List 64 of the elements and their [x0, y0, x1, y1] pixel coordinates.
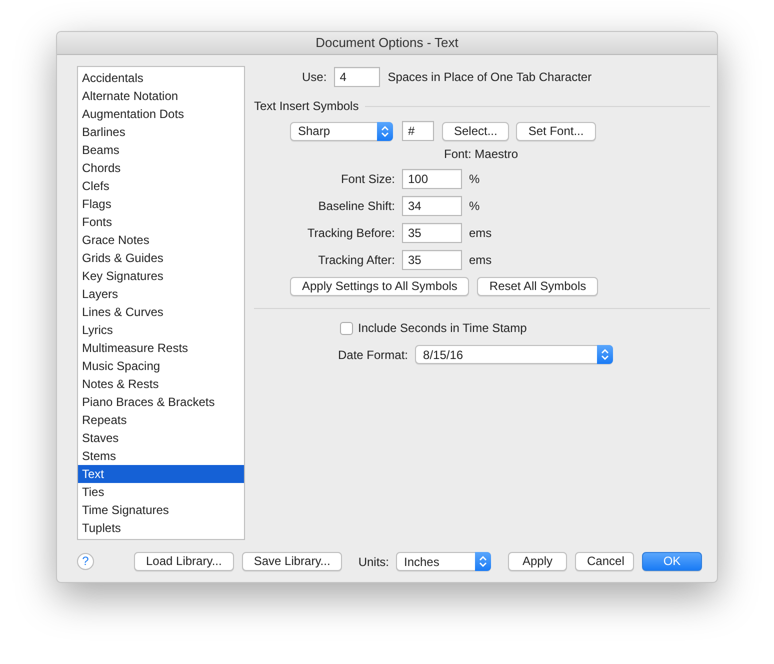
category-item[interactable]: Accidentals	[78, 69, 244, 87]
spaces-label: Spaces in Place of One Tab Character	[388, 69, 592, 86]
category-item[interactable]: Beams	[78, 141, 244, 159]
value-field[interactable]: 35	[402, 250, 462, 270]
category-item[interactable]: Layers	[78, 285, 244, 303]
symbol-popup[interactable]: Sharp	[290, 122, 393, 140]
window-title: Document Options - Text	[316, 34, 458, 52]
category-item[interactable]: Flags	[78, 195, 244, 213]
field-label: Baseline Shift:	[317, 198, 395, 215]
category-item[interactable]: Notes & Rests	[78, 375, 244, 393]
category-item[interactable]: Grace Notes	[78, 231, 244, 249]
unit-label: ems	[469, 225, 492, 242]
category-item[interactable]: Time Signatures	[78, 501, 244, 519]
date-format-popup[interactable]: 8/15/16	[415, 345, 614, 364]
category-item[interactable]: Text	[78, 465, 244, 483]
value-field[interactable]: 35	[402, 223, 462, 243]
dialog-button[interactable]: Select...	[442, 122, 510, 140]
dialog-button[interactable]: Apply Settings to All Symbols	[290, 277, 470, 296]
units-label: Units:	[358, 554, 389, 570]
library-button[interactable]: Save Library...	[242, 552, 342, 571]
section-heading: Text Insert Symbols	[254, 98, 359, 115]
category-item[interactable]: Lyrics	[78, 321, 244, 339]
category-item[interactable]: Alternate Notation	[78, 87, 244, 105]
units-popup[interactable]: Inches	[396, 552, 491, 571]
dialog-button[interactable]: Cancel	[575, 552, 634, 571]
unit-label: %	[469, 171, 480, 188]
category-item[interactable]: Clefs	[78, 177, 244, 195]
checkbox[interactable]	[340, 322, 353, 334]
date-format-label: Date Format:	[338, 346, 408, 364]
unit-label: %	[469, 198, 480, 215]
category-item[interactable]: Multimeasure Rests	[78, 339, 244, 357]
category-item[interactable]: Staves	[78, 429, 244, 447]
category-item[interactable]: Chords	[78, 159, 244, 177]
stepper-icon	[597, 345, 614, 364]
category-item[interactable]: Tuplets	[78, 519, 244, 537]
value-field[interactable]: 100	[402, 169, 462, 189]
stepper-icon	[377, 122, 393, 140]
dialog-button[interactable]: Reset All Symbols	[477, 277, 598, 296]
font-label: Font: Maestro	[444, 146, 518, 163]
dialog-button[interactable]: Set Font...	[516, 122, 596, 140]
category-item[interactable]: Stems	[78, 447, 244, 465]
category-item[interactable]: Music Spacing	[78, 357, 244, 375]
category-item[interactable]: Fonts	[78, 213, 244, 231]
spaces-field[interactable]: 4	[334, 67, 380, 87]
category-item[interactable]: Key Signatures	[78, 267, 244, 285]
field-label: Font Size:	[340, 171, 395, 188]
category-item[interactable]: Repeats	[78, 411, 244, 429]
field-label: Tracking Before:	[306, 225, 395, 242]
category-item[interactable]: Lines & Curves	[78, 303, 244, 321]
help-button[interactable]: ?	[77, 553, 94, 570]
checkbox-label: Include Seconds in Time Stamp	[358, 320, 527, 337]
category-item[interactable]: Piano Braces & Brackets	[78, 393, 244, 411]
category-item[interactable]: Grids & Guides	[78, 249, 244, 267]
use-label: Use:	[302, 69, 327, 86]
category-item[interactable]: Ties	[78, 483, 244, 501]
category-item[interactable]: Barlines	[78, 123, 244, 141]
dialog-button[interactable]: Apply	[508, 552, 567, 571]
library-button[interactable]: Load Library...	[134, 552, 234, 571]
category-item[interactable]: Augmentation Dots	[78, 105, 244, 123]
unit-label: ems	[469, 252, 492, 269]
stepper-icon	[475, 552, 491, 571]
character-field[interactable]: #	[402, 121, 434, 141]
field-label: Tracking After:	[317, 252, 395, 269]
value-field[interactable]: 34	[402, 196, 462, 216]
